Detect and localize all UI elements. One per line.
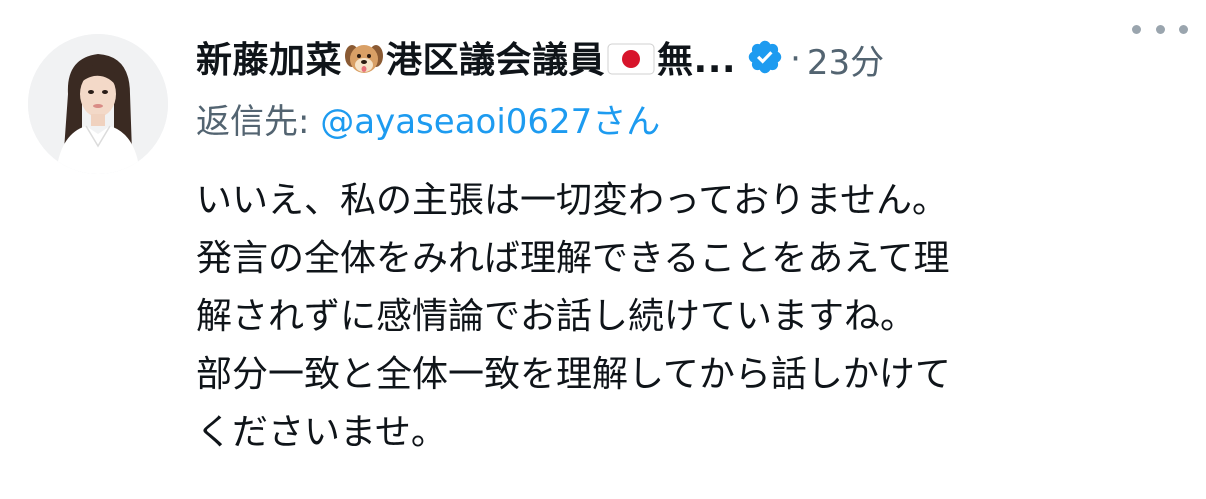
tweet: 新藤加菜 港区議会議員 無... · 23分 返信先: @ayaseaoi062…: [0, 0, 1206, 499]
more-dot-icon: [1132, 24, 1141, 34]
tweet-text-line: くださいませ。: [196, 412, 447, 453]
author-name-part3: 無...: [657, 40, 737, 82]
tweet-header: 新藤加菜 港区議会議員 無... · 23分: [196, 28, 1186, 90]
author-name[interactable]: 新藤加菜 港区議会議員 無...: [196, 31, 736, 87]
japan-flag-emoji-icon: [607, 40, 655, 85]
more-dot-icon: [1155, 24, 1165, 34]
reply-to: 返信先: @ayaseaoi0627さん: [196, 94, 1186, 150]
reply-handle-link[interactable]: @ayaseaoi0627: [320, 102, 592, 142]
tweet-content: 新藤加菜 港区議会議員 無... · 23分 返信先: @ayaseaoi062…: [196, 28, 1186, 462]
tweet-text-line: いいえ、私の主張は一切変わっておりません。: [196, 180, 949, 221]
dog-face-emoji-icon: [344, 38, 384, 87]
tweet-text-line: 部分一致と全体一致を理解してから話しかけて: [196, 354, 951, 395]
separator-dot: ·: [790, 39, 801, 79]
tweet-timestamp[interactable]: 23分: [807, 35, 884, 84]
more-options-button[interactable]: [1132, 14, 1188, 44]
avatar[interactable]: [28, 34, 168, 174]
tweet-text-line: 発言の全体をみれば理解できることをあえて理: [196, 238, 950, 279]
avatar-photo: [28, 34, 168, 174]
tweet-text-line: 解されずに感情論でお話し続けていますね。: [196, 296, 917, 337]
author-name-part1: 新藤加菜: [196, 40, 343, 82]
reply-suffix: さん: [592, 102, 661, 142]
reply-prefix: 返信先:: [196, 102, 321, 142]
more-dot-icon: [1179, 24, 1188, 34]
tweet-text: いいえ、私の主張は一切変わっておりません。 発言の全体をみれば理解できることをあ…: [196, 172, 1186, 462]
verified-badge-icon: [746, 38, 784, 80]
author-name-part2: 港区議会議員: [386, 40, 606, 82]
